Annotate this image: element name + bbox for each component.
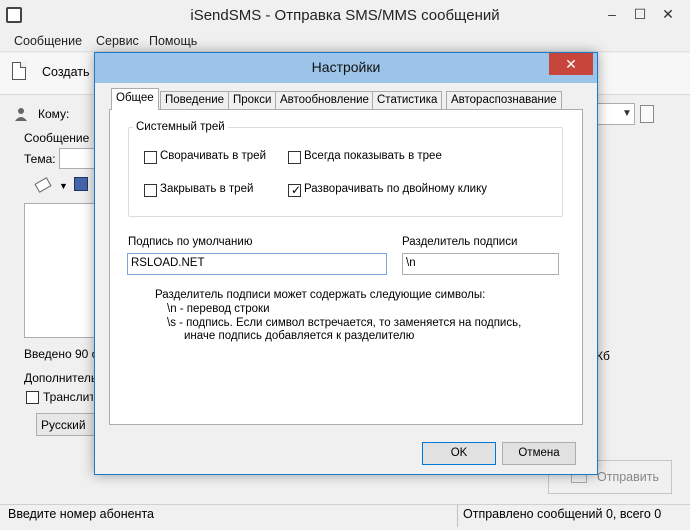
close-to-tray-checkbox[interactable] (144, 184, 157, 197)
dialog-close-button[interactable]: ✕ (549, 53, 593, 75)
settings-dialog: Настройки ✕ Общее Поведение Прокси Автоо… (94, 52, 598, 475)
help-text-line: иначе подпись добавляется к разделителю (184, 330, 415, 342)
tab-autoupdate[interactable]: Автообновление (275, 91, 374, 109)
restore-on-double-click-checkbox[interactable]: ✓ (288, 183, 302, 197)
restore-on-double-click-label: Разворачивать по двойному клику (304, 183, 487, 195)
window-title: iSendSMS - Отправка SMS/MMS сообщений (190, 7, 500, 24)
chevron-down-icon[interactable]: ▼ (59, 181, 68, 191)
message-group-legend: Сообщение (24, 131, 90, 145)
minimize-to-tray-checkbox[interactable] (144, 151, 157, 164)
signature-separator-label: Разделитель подписи (402, 236, 518, 248)
system-tray-group (128, 127, 563, 217)
eraser-icon[interactable] (34, 177, 52, 193)
help-text-line: \n - перевод строки (167, 303, 270, 315)
tab-general[interactable]: Общее (111, 88, 159, 110)
always-show-in-tray-label: Всегда показывать в трее (304, 150, 442, 162)
tab-proxy[interactable]: Прокси (228, 91, 277, 109)
send-button-label: Отправить (597, 470, 659, 484)
save-icon[interactable] (74, 177, 88, 191)
tab-behavior[interactable]: Поведение (160, 91, 230, 109)
address-book-icon[interactable] (640, 105, 654, 123)
status-sent-count: Отправлено сообщений 0, всего 0 (463, 507, 662, 521)
to-label: Кому: (38, 107, 70, 121)
status-divider (457, 505, 458, 527)
create-button-label: Создать (42, 65, 90, 79)
chevron-down-icon[interactable]: ▼ (620, 104, 634, 124)
maximize-button[interactable]: ☐ (628, 3, 652, 27)
menu-message[interactable]: Сообщение (14, 34, 82, 48)
help-text-line: Разделитель подписи может содержать след… (155, 289, 486, 301)
menu-service[interactable]: Сервис (96, 34, 139, 48)
contact-icon (14, 107, 28, 121)
subject-label: Тема: (24, 152, 56, 166)
default-signature-input[interactable]: RSLOAD.NET (127, 253, 387, 275)
system-tray-legend: Системный трей (133, 121, 228, 133)
always-show-in-tray-checkbox[interactable] (288, 151, 301, 164)
minimize-to-tray-label: Сворачивать в трей (160, 150, 266, 162)
create-button[interactable]: Создать (12, 62, 92, 84)
minimize-button[interactable]: – (600, 3, 624, 27)
tab-statistics[interactable]: Статистика (372, 91, 443, 109)
language-select[interactable]: Русский (36, 413, 96, 436)
default-signature-label: Подпись по умолчанию (128, 236, 253, 248)
message-textarea[interactable] (24, 203, 104, 338)
new-document-icon (12, 62, 26, 80)
help-text-line: \s - подпись. Если символ встречается, т… (167, 317, 522, 329)
extra-group-legend: Дополнитель (24, 371, 94, 385)
checkmark-icon: ✓ (291, 183, 302, 197)
subject-input[interactable] (59, 148, 99, 169)
close-button[interactable]: ✕ (656, 3, 680, 27)
tab-autorecognition[interactable]: Автораспознавание (446, 91, 562, 109)
signature-separator-input[interactable]: \n (402, 253, 559, 275)
size-unit-label: Кб (596, 349, 610, 363)
char-count-label: Введено 90 с (24, 347, 94, 361)
dialog-title: Настройки (311, 59, 381, 75)
menu-help[interactable]: Помощь (149, 34, 197, 48)
translit-checkbox[interactable] (26, 391, 39, 404)
ok-button[interactable]: OK (422, 442, 496, 465)
cancel-button[interactable]: Отмена (502, 442, 576, 465)
close-to-tray-label: Закрывать в трей (160, 183, 254, 195)
status-hint: Введите номер абонента (8, 507, 154, 521)
translit-label: Транслите (43, 390, 93, 404)
